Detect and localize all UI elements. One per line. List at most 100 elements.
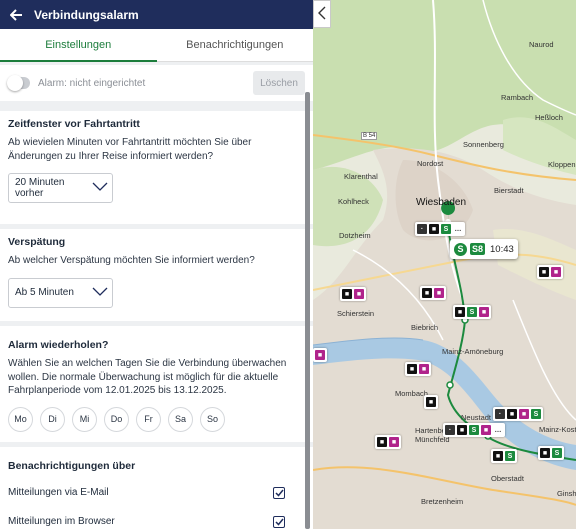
time-window-section: Zeitfenster vor Fahrtantritt Ab wieviele… (0, 111, 313, 224)
departure-popup[interactable]: S S8 10:43 (450, 239, 518, 259)
bus-icon: ■ (493, 451, 503, 461)
alarm-status-section: Alarm: nicht eingerichtet Löschen (0, 65, 313, 101)
map-label-bierstadt: Bierstadt (494, 186, 524, 195)
notifications-title: Benachrichtigungen über (8, 460, 136, 472)
bus-icon: ■ (342, 289, 352, 299)
stop-marker[interactable]: ■ ■ (405, 362, 431, 376)
more-icon: … (454, 225, 462, 233)
time-window-value: 20 Minuten vorher (15, 177, 65, 199)
map-background (313, 0, 576, 529)
stop-marker[interactable]: ■ ■ (375, 435, 401, 449)
stop-marker[interactable]: · ■ S ■… (443, 423, 505, 437)
line-badge: S8 (470, 243, 486, 255)
map-label-sonnenberg: Sonnenberg (463, 140, 504, 149)
day-button-di[interactable]: Di (40, 406, 65, 432)
stop-icon: · (445, 425, 455, 435)
delay-description: Ab welcher Verspätung möchten Sie inform… (8, 255, 255, 266)
tram-icon: ■ (479, 307, 489, 317)
bus-icon: ■ (540, 448, 550, 458)
map-label-nordost: Nordost (417, 159, 444, 168)
browser-option-label: Mitteilungen im Browser (8, 516, 115, 527)
map-label-wiesbaden: Wiesbaden (416, 197, 467, 208)
sbahn-icon: S (552, 448, 562, 458)
map-label-rambach: Rambach (501, 93, 534, 102)
stop-marker[interactable]: ■ (313, 348, 327, 362)
arrow-left-icon[interactable] (8, 7, 24, 23)
panel-scrollbar[interactable] (305, 92, 310, 529)
tab-einstellungen[interactable]: Einstellungen (0, 29, 157, 62)
sbahn-icon: S (467, 307, 477, 317)
tram-icon: ■ (551, 267, 561, 277)
page-title: Verbindungsalarm (34, 7, 139, 22)
bus-icon: ■ (377, 437, 387, 447)
map-label-mombach: Mombach (395, 389, 428, 398)
stop-marker[interactable]: ■ S (491, 449, 517, 463)
bus-icon: ■ (429, 224, 439, 234)
map-label-biebrich: Biebrich (411, 323, 439, 332)
sbahn-icon: S (441, 224, 451, 234)
map-label-neustadt: Neustadt (461, 413, 492, 422)
map-label-schierstein: Schierstein (337, 309, 375, 318)
stop-marker[interactable]: ■ S (538, 446, 564, 460)
stop-icon: · (417, 224, 427, 234)
bus-icon: ■ (426, 397, 436, 407)
tram-icon: ■ (419, 364, 429, 374)
chevron-down-icon (92, 287, 108, 299)
time-window-select[interactable]: 20 Minuten vorher (8, 173, 113, 203)
sbahn-icon: S (531, 409, 541, 419)
map-label-klarenthal: Klarenthal (344, 172, 378, 181)
map-label-kloppenheim: Kloppenheim (548, 160, 576, 169)
map-label-mainz-kostheim: Mainz-Kostheim (539, 425, 576, 434)
delete-button[interactable]: Löschen (253, 71, 305, 95)
delay-select[interactable]: Ab 5 Minuten (8, 277, 113, 308)
delay-title: Verspätung (8, 236, 66, 248)
alarm-panel: Verbindungsalarm Einstellungen Benachric… (0, 0, 313, 529)
sbahn-icon: S (454, 242, 467, 256)
day-button-fr[interactable]: Fr (136, 406, 161, 432)
alarm-toggle[interactable] (7, 75, 30, 91)
stop-marker[interactable]: ■ (424, 395, 438, 409)
tab-benachrichtigungen[interactable]: Benachrichtigungen (156, 29, 313, 62)
time-window-description: Ab wievielen Minuten vor Fahrtantritt mö… (8, 137, 252, 162)
notification-option-browser: Mitteilungen im Browser (8, 507, 305, 529)
bus-icon: ■ (539, 267, 549, 277)
map-label-hessloch: Heßloch (535, 113, 563, 122)
stop-marker[interactable]: ■ ■ (537, 265, 563, 279)
day-button-mo[interactable]: Mo (8, 406, 33, 432)
bus-icon: ■ (455, 307, 465, 317)
day-button-so[interactable]: So (200, 406, 225, 432)
map-label-ginsheim: Ginsheim (557, 489, 576, 498)
tram-icon: ■ (389, 437, 399, 447)
map-label-naurod: Naurod (529, 40, 554, 49)
stop-marker[interactable]: ■ ■ (340, 287, 366, 301)
tram-icon: ■ (434, 288, 444, 298)
repeat-title: Alarm wiederholen? (8, 339, 109, 351)
stop-marker[interactable]: ■ ■ (420, 286, 446, 300)
sbahn-icon: S (505, 451, 515, 461)
bus-icon: ■ (457, 425, 467, 435)
tab-bar: Einstellungen Benachrichtigungen (0, 29, 313, 62)
notifications-section: Benachrichtigungen über Mitteilungen via… (0, 447, 313, 529)
day-button-do[interactable]: Do (104, 406, 129, 432)
stop-marker[interactable]: · ■ ■ S (493, 407, 543, 421)
repeat-description: Wählen Sie an welchen Tagen Sie die Verb… (8, 358, 287, 396)
header-bar: Verbindungsalarm (0, 0, 313, 29)
tram-icon: ■ (315, 350, 325, 360)
bus-icon: ■ (422, 288, 432, 298)
browser-checkbox[interactable] (273, 515, 285, 528)
more-icon: … (494, 426, 502, 434)
email-checkbox[interactable] (273, 486, 285, 499)
bus-icon: ■ (407, 364, 417, 374)
repeat-section: Alarm wiederholen? Wählen Sie an welchen… (0, 326, 313, 442)
map-label-mainz-amoeneburg: Mainz-Amöneburg (442, 347, 504, 356)
delay-value: Ab 5 Minuten (15, 287, 74, 298)
map-view[interactable]: Naurod Rambach Heßloch Sonnenberg Nordos… (313, 0, 576, 529)
day-button-sa[interactable]: Sa (168, 406, 193, 432)
email-option-label: Mitteilungen via E-Mail (8, 487, 109, 498)
day-button-mi[interactable]: Mi (72, 406, 97, 432)
bus-icon: ■ (507, 409, 517, 419)
stop-marker[interactable]: · ■ S… (415, 222, 465, 236)
stop-marker[interactable]: ■ S ■ (453, 305, 491, 319)
map-label-dotzheim: Dotzheim (339, 231, 371, 240)
collapse-panel-button[interactable] (313, 0, 331, 28)
